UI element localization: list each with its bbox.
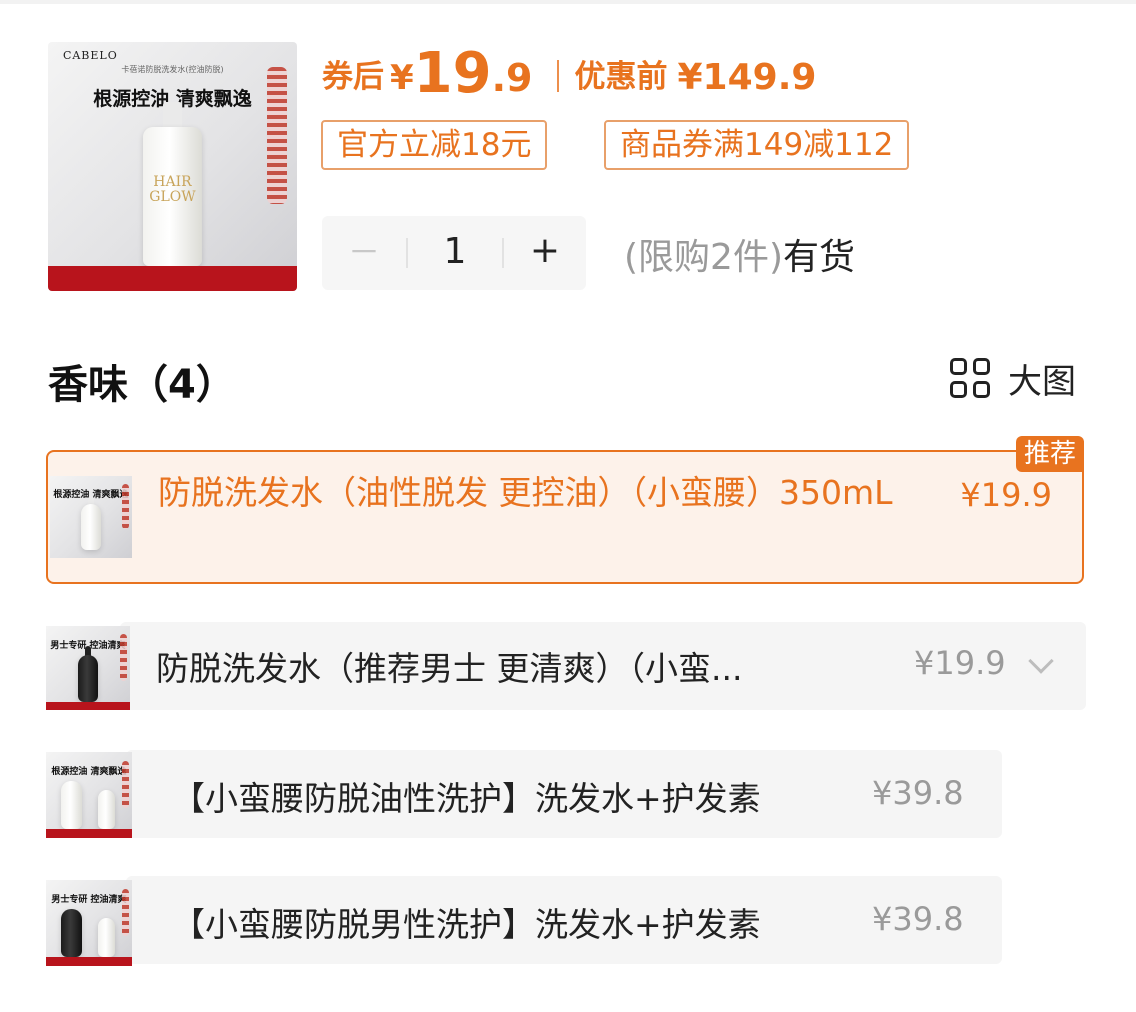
recommend-badge: 推荐	[1015, 436, 1084, 472]
thumbnail-bottle	[61, 781, 83, 830]
option-thumbnail[interactable]: 根源控油 清爽飘逸	[50, 476, 132, 558]
product-image-coil	[267, 66, 288, 204]
thumbnail-bottle	[77, 654, 99, 702]
purchase-limit: (限购2件)	[624, 237, 783, 278]
thumbnail-coil	[121, 888, 129, 936]
quantity-decrease-button[interactable]: －	[322, 216, 406, 290]
currency-symbol: ¥	[390, 58, 414, 98]
option-thumbnail[interactable]: 男士专研 控油清爽	[46, 880, 132, 966]
thumbnail-bottle	[97, 917, 115, 958]
thumbnail-tagline: 男士专研 控油清爽	[51, 895, 127, 906]
after-coupon-price-integer: 19	[413, 41, 492, 106]
product-image-bottle: HAIR GLOW	[142, 126, 203, 267]
before-discount-price: ¥149.9	[677, 57, 817, 98]
price-row: 券后 ¥ 19 .9 优惠前 ¥149.9	[322, 44, 816, 110]
grid-icon	[950, 358, 990, 398]
top-divider	[0, 0, 1136, 4]
before-discount-label: 优惠前	[574, 59, 668, 95]
after-coupon-label: 券后	[322, 59, 384, 95]
after-coupon-price-decimal: .9	[491, 56, 533, 100]
option-price: ¥19.9	[960, 476, 1052, 514]
quantity-stepper: － 1 +	[322, 216, 586, 290]
product-image-base	[48, 266, 297, 291]
thumbnail-bottle	[97, 789, 115, 830]
thumbnail-base	[46, 957, 132, 966]
scent-option[interactable]: 【小蛮腰防脱油性洗护】洗发水+护发素 ¥39.8	[126, 750, 1002, 838]
thumbnail-bottle	[81, 503, 101, 550]
scent-section-title: 香味（4）	[48, 362, 236, 408]
scent-option[interactable]: 【小蛮腰防脱男性洗护】洗发水+护发素 ¥39.8	[126, 876, 1002, 964]
option-name: 【小蛮腰防脱男性洗护】洗发水+护发素	[172, 905, 761, 944]
option-thumbnail[interactable]: 根源控油 清爽飘逸	[46, 752, 132, 838]
product-image-subtitle: 卡蓓诺防脱洗发水(控油防脱)	[121, 65, 224, 75]
option-name: 防脱洗发水（油性脱发 更控油）（小蛮腰）350mL	[158, 473, 893, 512]
price-separator	[556, 60, 559, 92]
product-image-brand: CABELO	[62, 49, 118, 63]
thumbnail-coil	[119, 634, 127, 681]
option-price: ¥19.9	[914, 644, 1006, 682]
thumbnail-tagline: 根源控油 清爽飘逸	[51, 767, 127, 778]
product-image[interactable]: CABELO 卡蓓诺防脱洗发水(控油防脱) 根源控油 清爽飘逸 HAIR GLO…	[48, 42, 297, 291]
large-view-toggle[interactable]: 大图	[950, 356, 1076, 402]
large-view-label: 大图	[1008, 361, 1076, 402]
product-image-bottle-label: HAIR GLOW	[149, 174, 196, 206]
quantity-value[interactable]: 1	[408, 216, 502, 290]
thumbnail-base	[46, 701, 130, 710]
stock-status: 有货	[783, 237, 856, 278]
thumbnail-coil	[121, 760, 129, 808]
option-price: ¥39.8	[872, 900, 964, 938]
scent-option[interactable]: 防脱洗发水（推荐男士 更清爽）（小蛮... ¥19.9	[120, 622, 1086, 710]
quantity-increase-button[interactable]: +	[504, 216, 586, 290]
coupon-product-voucher[interactable]: 商品券满149减112	[604, 120, 910, 170]
option-thumbnail[interactable]: 男士专研 控油清爽	[46, 626, 130, 710]
stock-info: (限购2件)有货	[624, 228, 855, 280]
option-price: ¥39.8	[872, 774, 964, 812]
thumbnail-coil	[122, 484, 129, 530]
chevron-down-icon[interactable]	[1028, 648, 1054, 674]
coupon-official-discount[interactable]: 官方立减18元	[321, 120, 548, 170]
scent-option-selected[interactable]: 防脱洗发水（油性脱发 更控油）（小蛮腰）350mL ¥19.9 推荐	[46, 436, 1084, 584]
thumbnail-bottle	[61, 909, 83, 958]
thumbnail-base	[46, 829, 132, 838]
option-name: 【小蛮腰防脱油性洗护】洗发水+护发素	[172, 779, 761, 818]
option-name: 防脱洗发水（推荐男士 更清爽）（小蛮...	[156, 649, 743, 688]
